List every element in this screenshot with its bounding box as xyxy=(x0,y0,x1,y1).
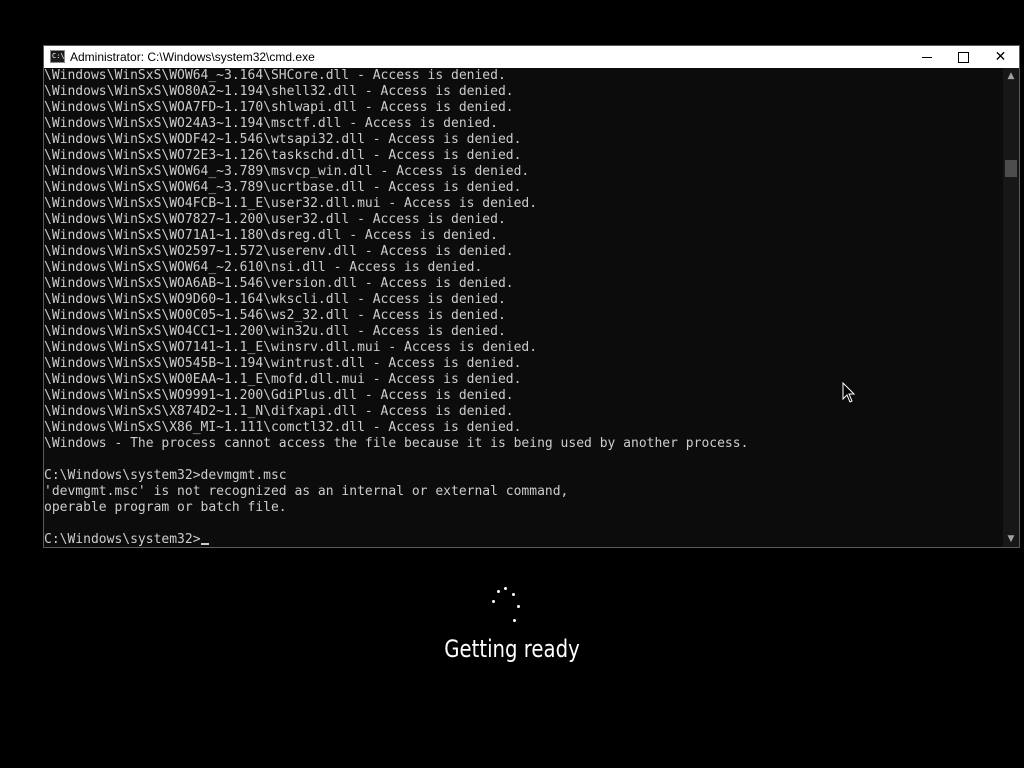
console-line: \Windows\WinSxS\WO7827~1.200\user32.dll … xyxy=(44,212,506,227)
loading-spinner-icon xyxy=(488,584,524,628)
console-line: \Windows\WinSxS\WO9D60~1.164\wkscli.dll … xyxy=(44,292,506,307)
close-icon: ✕ xyxy=(994,49,1007,65)
vertical-scrollbar[interactable]: ▲ ▼ xyxy=(1003,68,1019,547)
close-button[interactable]: ✕ xyxy=(982,46,1019,68)
cmd-icon: C:\ xyxy=(50,50,65,63)
console-line: \Windows\WinSxS\WO80A2~1.194\shell32.dll… xyxy=(44,84,514,99)
console-line: \Windows\WinSxS\WO71A1~1.180\dsreg.dll -… xyxy=(44,228,498,243)
scrollbar-thumb[interactable] xyxy=(1005,160,1017,177)
command-prompt: C:\Windows\system32> xyxy=(44,532,201,547)
console-output[interactable]: \Windows\WinSxS\WOW64_~3.164\SHCore.dll … xyxy=(44,68,1003,547)
getting-ready-text: Getting ready xyxy=(444,635,580,663)
console-line: \Windows\WinSxS\WODF42~1.546\wtsapi32.dl… xyxy=(44,132,522,147)
console-line: \Windows\WinSxS\WO0EAA~1.1_E\mofd.dll.mu… xyxy=(44,372,522,387)
console-line: \Windows\WinSxS\WO0C05~1.546\ws2_32.dll … xyxy=(44,308,506,323)
maximize-icon xyxy=(958,51,969,63)
console-line: operable program or batch file. xyxy=(44,500,287,515)
console-line: \Windows\WinSxS\WO9991~1.200\GdiPlus.dll… xyxy=(44,388,514,403)
scroll-down-arrow-icon[interactable]: ▼ xyxy=(1003,531,1019,547)
console-line: \Windows\WinSxS\WOW64_~2.610\nsi.dll - A… xyxy=(44,260,483,275)
console-line: \Windows\WinSxS\WO4FCB~1.1_E\user32.dll.… xyxy=(44,196,538,211)
console-line: \Windows\WinSxS\WOA7FD~1.170\shlwapi.dll… xyxy=(44,100,514,115)
console-line: \Windows\WinSxS\WO2597~1.572\userenv.dll… xyxy=(44,244,514,259)
console-line: \Windows\WinSxS\WOW64_~3.789\msvcp_win.d… xyxy=(44,164,530,179)
console-line: C:\Windows\system32>devmgmt.msc xyxy=(44,468,287,483)
maximize-button[interactable] xyxy=(945,46,982,68)
window-title: Administrator: C:\Windows\system32\cmd.e… xyxy=(70,50,315,64)
console-line: \Windows\WinSxS\WO545B~1.194\wintrust.dl… xyxy=(44,356,522,371)
console-line: \Windows\WinSxS\WO4CC1~1.200\win32u.dll … xyxy=(44,324,506,339)
console-line: \Windows\WinSxS\X86_MI~1.111\comctl32.dl… xyxy=(44,420,522,435)
console-line: \Windows\WinSxS\WO7141~1.1_E\winsrv.dll.… xyxy=(44,340,538,355)
title-bar[interactable]: C:\ Administrator: C:\Windows\system32\c… xyxy=(44,46,1019,68)
console-line: \Windows\WinSxS\X874D2~1.1_N\difxapi.dll… xyxy=(44,404,514,419)
minimize-icon xyxy=(921,56,932,58)
minimize-button[interactable] xyxy=(908,46,945,68)
text-cursor xyxy=(200,543,209,545)
cmd-window[interactable]: C:\ Administrator: C:\Windows\system32\c… xyxy=(43,45,1020,548)
console-line: \Windows\WinSxS\WO24A3~1.194\msctf.dll -… xyxy=(44,116,498,131)
console-line: \Windows - The process cannot access the… xyxy=(44,436,749,451)
console-line: \Windows\WinSxS\WOW64_~3.164\SHCore.dll … xyxy=(44,68,506,83)
console-line: \Windows\WinSxS\WOA6AB~1.546\version.dll… xyxy=(44,276,514,291)
scroll-up-arrow-icon[interactable]: ▲ xyxy=(1003,68,1019,84)
console-line: \Windows\WinSxS\WO72E3~1.126\taskschd.dl… xyxy=(44,148,522,163)
command-prompt-line[interactable]: C:\Windows\system32> xyxy=(44,532,1003,547)
mouse-pointer-icon xyxy=(842,382,856,403)
console-line: \Windows\WinSxS\WOW64_~3.789\ucrtbase.dl… xyxy=(44,180,522,195)
console-line: 'devmgmt.msc' is not recognized as an in… xyxy=(44,484,569,499)
